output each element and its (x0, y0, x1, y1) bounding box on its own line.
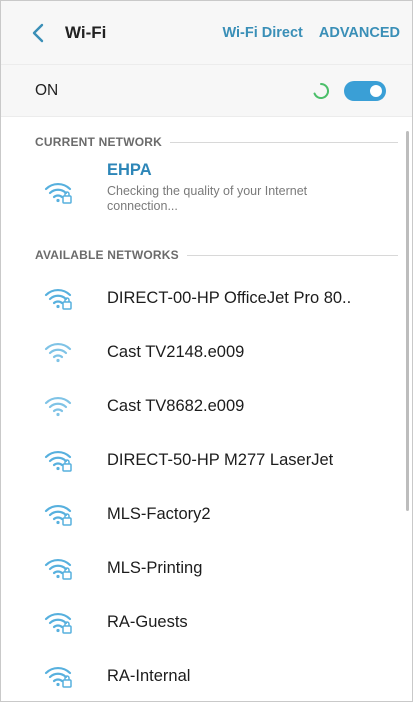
network-name: Cast TV8682.e009 (107, 396, 245, 415)
network-item[interactable]: MLS-Factory2 (1, 487, 412, 541)
current-network-name: EHPA (107, 161, 152, 179)
switch-knob (368, 82, 384, 99)
wifi-lock-icon (44, 288, 72, 310)
network-item[interactable]: RA-Guests (1, 595, 412, 649)
wifi-settings-screen: Wi-Fi Wi-Fi Direct ADVANCED ON CURRENT N… (0, 0, 413, 702)
app-bar: Wi-Fi Wi-Fi Direct ADVANCED (1, 1, 412, 65)
wifi-switch[interactable] (344, 80, 386, 101)
wifi-direct-button[interactable]: Wi-Fi Direct (222, 25, 302, 41)
network-name: RA-Internal (107, 666, 191, 685)
network-name: DIRECT-00-HP OfficeJet Pro 80.. (107, 288, 352, 307)
wifi-lock-icon (44, 558, 72, 580)
network-name: Cast TV2148.e009 (107, 342, 245, 361)
current-network-header: CURRENT NETWORK (1, 125, 412, 159)
section-divider (170, 141, 398, 143)
network-name: MLS-Printing (107, 558, 203, 577)
current-network-status: Checking the quality of your Internet co… (107, 184, 308, 213)
back-button[interactable] (27, 22, 49, 44)
wifi-icon (44, 396, 72, 417)
network-name: DIRECT-50-HP M277 LaserJet (107, 450, 334, 469)
wifi-toggle-label: ON (35, 81, 59, 99)
wifi-lock-icon (44, 450, 72, 472)
network-item[interactable]: MLS-Printing (1, 541, 412, 595)
network-name: RA-Guests (107, 612, 188, 631)
scrollbar[interactable] (406, 131, 409, 511)
loading-spinner-icon (313, 82, 330, 99)
wifi-lock-icon (44, 182, 72, 204)
available-networks-header: AVAILABLE NETWORKS (1, 239, 412, 271)
wifi-lock-icon (44, 504, 72, 526)
wifi-lock-icon (44, 612, 72, 634)
advanced-button[interactable]: ADVANCED (319, 25, 400, 41)
wifi-icon (44, 342, 72, 363)
network-item[interactable]: Cast TV2148.e009 (1, 325, 412, 379)
network-item[interactable]: RA-Internal (1, 649, 412, 701)
network-item[interactable]: DIRECT-50-HP M277 LaserJet (1, 433, 412, 487)
current-network-text: EHPA Checking the quality of your Intern… (107, 159, 357, 214)
network-name: MLS-Factory2 (107, 504, 211, 523)
wifi-lock-icon (44, 666, 72, 688)
network-item[interactable]: Cast TV8682.e009 (1, 379, 412, 433)
current-network-item[interactable]: EHPA Checking the quality of your Intern… (1, 159, 412, 239)
available-networks-list: DIRECT-00-HP OfficeJet Pro 80.. Cast TV21… (1, 271, 412, 701)
available-networks-title: AVAILABLE NETWORKS (35, 248, 179, 262)
section-divider (186, 254, 398, 256)
current-network-title: CURRENT NETWORK (35, 135, 162, 149)
chevron-left-icon (32, 23, 44, 42)
wifi-toggle-row[interactable]: ON (1, 65, 412, 117)
page-title: Wi-Fi (65, 22, 107, 42)
network-item[interactable]: DIRECT-00-HP OfficeJet Pro 80.. (1, 271, 412, 325)
